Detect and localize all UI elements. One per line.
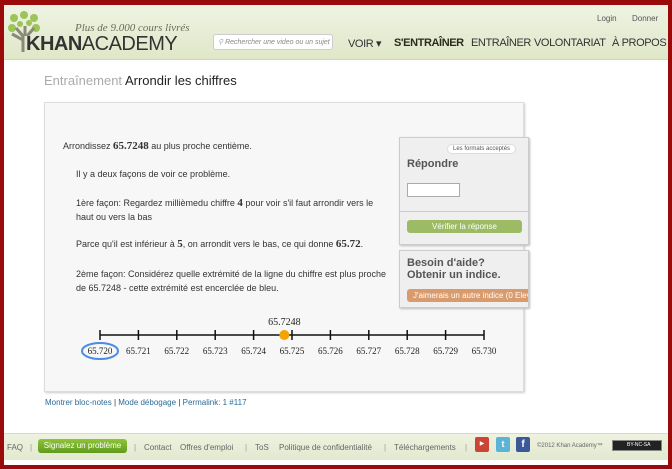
tick-label: 65.728 (395, 346, 420, 356)
hint-4: 2ème façon: Considérez quelle extrémité … (76, 269, 387, 293)
check-answer-button[interactable]: Vérifier la réponse (407, 220, 522, 233)
breadcrumb: Entraînement Arrondir les chiffres (44, 73, 237, 88)
hint-title: Besoin d'aide? Obtenir un indice. (407, 257, 501, 281)
tick-label: 65.721 (126, 346, 151, 356)
number-line: 65.720 65.721 65.722 65.723 65.724 65.725 65.7… (81, 317, 497, 360)
answer-title: Répondre (407, 158, 459, 170)
divider (400, 211, 528, 212)
hint-area: Besoin d'aide? Obtenir un indice. J'aimer… (399, 250, 529, 308)
donate-link[interactable]: Donner (632, 14, 658, 23)
tick-label: 65.720 (88, 346, 113, 356)
tick-label: 65.723 (203, 346, 228, 356)
debug-link[interactable]: Mode débogage (118, 398, 176, 407)
point-label: 65.7248 (268, 317, 301, 328)
twitter-icon[interactable]: t (496, 437, 510, 452)
scratchpad-link[interactable]: Montrer bloc-notes (45, 398, 112, 407)
copyright: ©2012 Khan Academy™ (537, 443, 603, 449)
hint-3: Parce qu'il est inférieur à 5, on arrond… (76, 238, 364, 250)
footer-faq[interactable]: FAQ (7, 443, 23, 452)
nav-volontariat[interactable]: VOLONTARIAT (534, 37, 606, 49)
permalink[interactable]: Permalink: 1 #117 (183, 398, 247, 407)
tick-label: 65.725 (280, 346, 305, 356)
question-text: Arrondissez 65.7248 au plus proche centi… (63, 140, 252, 152)
nav-sentrainer[interactable]: S'ENTRAÎNER (394, 37, 464, 49)
tick-label: 65.726 (318, 346, 343, 356)
footer-jobs[interactable]: Offres d'emploi (180, 443, 233, 452)
tick-label: 65.722 (164, 346, 189, 356)
khan-academy-logo[interactable]: KHANACADEMY (26, 33, 178, 56)
answer-input[interactable] (407, 183, 460, 197)
footer-tos[interactable]: ToS (255, 443, 269, 452)
youtube-icon[interactable]: ▶ (475, 437, 489, 452)
breadcrumb-parent[interactable]: Entraînement (44, 73, 122, 88)
page-title: Arrondir les chiffres (124, 73, 237, 88)
cc-license-badge[interactable]: BY-NC-SA (612, 440, 662, 451)
answer-area: Les formats acceptés Répondre Vérifier l… (399, 137, 529, 245)
accepted-formats-button[interactable]: Les formats acceptés (447, 144, 517, 154)
facebook-icon[interactable]: f (516, 437, 530, 452)
footer-contact[interactable]: Contact (144, 443, 172, 452)
login-link[interactable]: Login (597, 14, 617, 23)
exercise-links: Montrer bloc-notes | Mode débogage | Per… (45, 398, 247, 407)
footer-downloads[interactable]: Téléchargements (394, 443, 456, 452)
nav-entrainer[interactable]: ENTRAÎNER (471, 37, 531, 49)
hint-2: 1ère façon: Regardez millièmedu chiffre … (76, 197, 374, 222)
hint-1: Il y a deux façons de voir ce problème. (76, 169, 231, 179)
nav-a-propos[interactable]: À PROPOS (612, 37, 667, 49)
value-point (279, 330, 290, 340)
tick-label: 65.727 (356, 346, 381, 356)
tick-label: 65.730 (472, 346, 497, 356)
search-input[interactable]: ⚲ Rechercher une video ou un sujet (213, 34, 333, 50)
site-header: Plus de 9.000 cours livrés KHANACADEMY ⚲… (0, 0, 672, 60)
tick-label: 65.724 (241, 346, 266, 356)
request-hint-button[interactable]: J'aimerais un autre indice (0 Elevé (407, 289, 528, 302)
tick-label: 65.729 (433, 346, 458, 356)
footer-privacy[interactable]: Politique de confidentialité (279, 443, 372, 452)
report-problem-button[interactable]: Signalez un problème (38, 439, 127, 453)
nav-voir[interactable]: VOIR ▾ (348, 37, 381, 50)
